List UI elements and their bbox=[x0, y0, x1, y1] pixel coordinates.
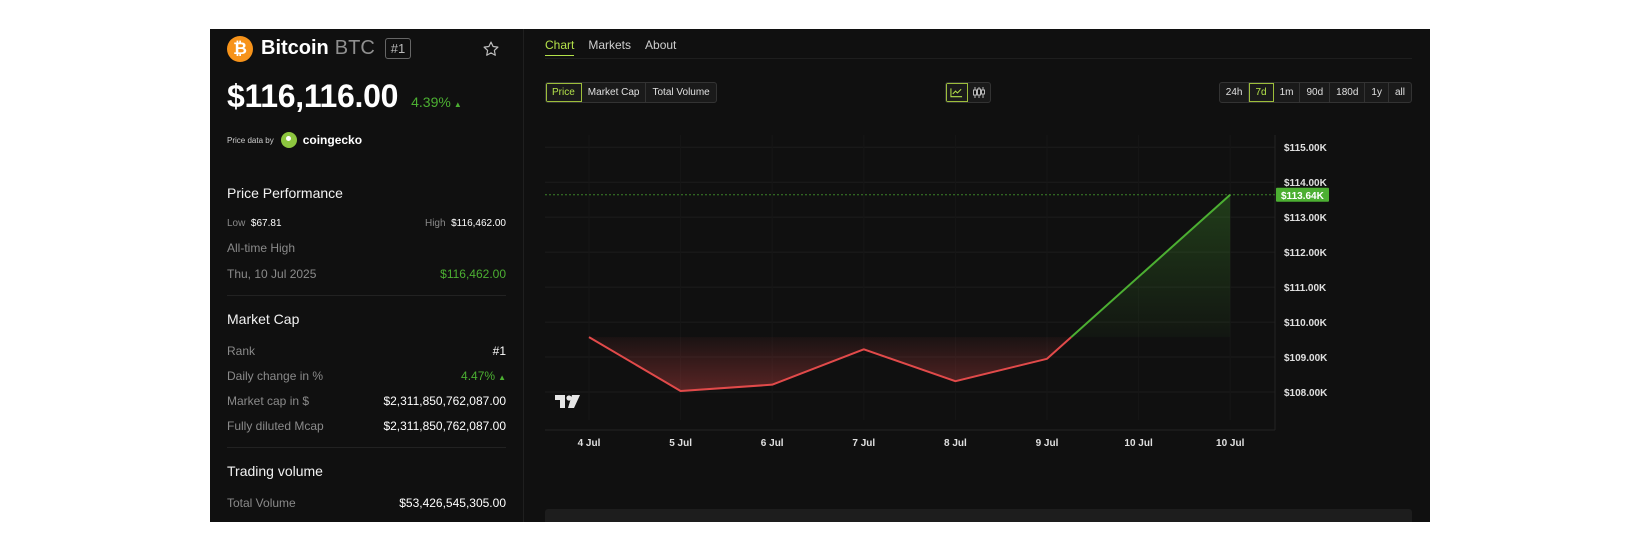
coin-info-sidebar: ₿ Bitcoin BTC #1 $116,116.00 4.39% ▲ Pric… bbox=[210, 29, 524, 522]
divider bbox=[227, 447, 506, 448]
daily-change-value: 4.47% ▲ bbox=[461, 369, 506, 383]
divider bbox=[227, 295, 506, 296]
rank-label: Rank bbox=[227, 344, 256, 358]
fdv-value: $2,311,850,762,087.00 bbox=[383, 419, 506, 433]
y-tick-label: $114.00K bbox=[1284, 178, 1328, 189]
price-performance-title: Price Performance bbox=[227, 185, 343, 201]
price-data-attribution: Price data by coingecko bbox=[227, 132, 506, 148]
tab-markets[interactable]: Markets bbox=[588, 36, 631, 52]
x-tick-label: 6 Jul bbox=[761, 438, 784, 449]
y-tick-label: $111.00K bbox=[1284, 283, 1327, 294]
rank-value: #1 bbox=[492, 344, 506, 358]
rank-row: Rank #1 bbox=[227, 344, 506, 358]
line-chart-icon[interactable] bbox=[946, 83, 968, 102]
ath-label: All-time High bbox=[227, 241, 296, 255]
data-point bbox=[588, 336, 590, 338]
y-tick-label: $115.00K bbox=[1284, 143, 1328, 154]
high-value: $116,462.00 bbox=[451, 218, 506, 229]
coin-detail-panel: ₿ Bitcoin BTC #1 $116,116.00 4.39% ▲ Pric… bbox=[210, 29, 1430, 522]
current-price: $116,116.00 bbox=[227, 78, 399, 114]
coin-header: ₿ Bitcoin BTC #1 bbox=[227, 32, 506, 65]
ath-value: $116,462.00 bbox=[440, 267, 506, 281]
range-180d-button[interactable]: 180d bbox=[1330, 83, 1366, 102]
current-price-label: $113.64K bbox=[1281, 191, 1325, 202]
range-24h-button[interactable]: 24h bbox=[1220, 83, 1250, 102]
x-tick-label: 5 Jul bbox=[669, 438, 692, 449]
up-arrow-icon: ▲ bbox=[498, 373, 506, 382]
daily-change-row: Daily change in % 4.47% ▲ bbox=[227, 369, 506, 383]
x-tick-label: 10 Jul bbox=[1216, 438, 1245, 449]
tab-chart[interactable]: Chart bbox=[545, 36, 575, 56]
chart-panel: Chart Markets About Price Market Cap Tot… bbox=[524, 29, 1430, 522]
x-tick-label: 7 Jul bbox=[852, 438, 875, 449]
data-point bbox=[954, 380, 956, 382]
chart-type-selector: Price Market Cap Total Volume bbox=[545, 82, 717, 103]
rank-badge: #1 bbox=[384, 38, 412, 59]
coin-name: Bitcoin bbox=[261, 37, 329, 59]
market-cap-chart-button[interactable]: Market Cap bbox=[582, 83, 647, 102]
down-area-fill bbox=[589, 337, 1072, 391]
trading-volume-title: Trading volume bbox=[227, 463, 323, 479]
total-volume-value: $53,426,545,305.00 bbox=[399, 496, 506, 510]
coin-symbol: BTC bbox=[334, 37, 375, 59]
y-tick-label: $113.00K bbox=[1284, 213, 1328, 224]
total-volume-label: Total Volume bbox=[227, 496, 296, 510]
price-row: $116,116.00 4.39% ▲ bbox=[227, 78, 506, 115]
low-value: $67.81 bbox=[250, 218, 282, 229]
market-cap-label: Market cap in $ bbox=[227, 394, 310, 408]
data-point bbox=[680, 390, 682, 392]
low-high-row: Low $67.81 High $116,462.00 bbox=[227, 218, 506, 229]
detail-tabs: Chart Markets About bbox=[545, 29, 1412, 59]
range-all-button[interactable]: all bbox=[1389, 83, 1411, 102]
tab-about[interactable]: About bbox=[645, 36, 676, 52]
market-cap-title: Market Cap bbox=[227, 311, 300, 327]
y-tick-label: $108.00K bbox=[1284, 388, 1328, 399]
x-tick-label: 10 Jul bbox=[1124, 438, 1153, 449]
y-tick-label: $109.00K bbox=[1284, 353, 1328, 364]
price-chart-button[interactable]: Price bbox=[546, 83, 582, 102]
low-label: Low bbox=[227, 218, 246, 229]
y-tick-label: $112.00K bbox=[1284, 248, 1328, 259]
price-data-label: Price data by bbox=[227, 135, 274, 145]
data-point bbox=[771, 384, 773, 386]
y-tick-label: $110.00K bbox=[1284, 318, 1328, 329]
chart-view-selector bbox=[945, 82, 991, 103]
range-1m-button[interactable]: 1m bbox=[1274, 83, 1301, 102]
tradingview-logo-icon bbox=[555, 395, 580, 408]
total-volume-row: Total Volume $53,426,545,305.00 bbox=[227, 496, 506, 510]
ath-date: Thu, 10 Jul 2025 bbox=[227, 267, 317, 281]
range-7d-button[interactable]: 7d bbox=[1249, 83, 1274, 102]
chart-toolbar: Price Market Cap Total Volume 24h 7d 1m … bbox=[545, 59, 1412, 105]
bitcoin-logo-icon: ₿ bbox=[227, 35, 253, 62]
candlestick-icon[interactable] bbox=[968, 83, 990, 102]
x-tick-label: 4 Jul bbox=[578, 438, 601, 449]
up-arrow-icon: ▲ bbox=[453, 100, 462, 109]
coingecko-link[interactable]: coingecko bbox=[303, 133, 362, 147]
fdv-row: Fully diluted Mcap $2,311,850,762,087.00 bbox=[227, 419, 506, 433]
ath-row: Thu, 10 Jul 2025 $116,462.00 bbox=[227, 267, 506, 281]
range-90d-button[interactable]: 90d bbox=[1300, 83, 1331, 102]
daily-change-label: Daily change in % bbox=[227, 369, 324, 383]
ath-label-row: All-time High bbox=[227, 241, 506, 255]
x-tick-label: 9 Jul bbox=[1036, 438, 1059, 449]
total-volume-chart-button[interactable]: Total Volume bbox=[646, 83, 715, 102]
data-point bbox=[863, 348, 865, 350]
market-cap-row: Market cap in $ $2,311,850,762,087.00 bbox=[227, 394, 506, 408]
high-label: High bbox=[424, 218, 446, 229]
price-chart[interactable]: $108.00K $109.00K $110.00K $111.00K $112.00K… bbox=[545, 135, 1425, 520]
chart-footer-bar bbox=[545, 509, 1412, 522]
price-change: 4.39% ▲ bbox=[411, 94, 462, 110]
market-cap-value: $2,311,850,762,087.00 bbox=[383, 394, 506, 408]
data-point bbox=[1046, 358, 1048, 360]
x-tick-label: 8 Jul bbox=[944, 438, 967, 449]
favorite-star-icon[interactable] bbox=[480, 38, 502, 60]
coingecko-logo-icon bbox=[280, 132, 297, 148]
range-1y-button[interactable]: 1y bbox=[1365, 83, 1389, 102]
fdv-label: Fully diluted Mcap bbox=[227, 419, 324, 433]
time-range-selector: 24h 7d 1m 90d 180d 1y all bbox=[1218, 82, 1412, 103]
